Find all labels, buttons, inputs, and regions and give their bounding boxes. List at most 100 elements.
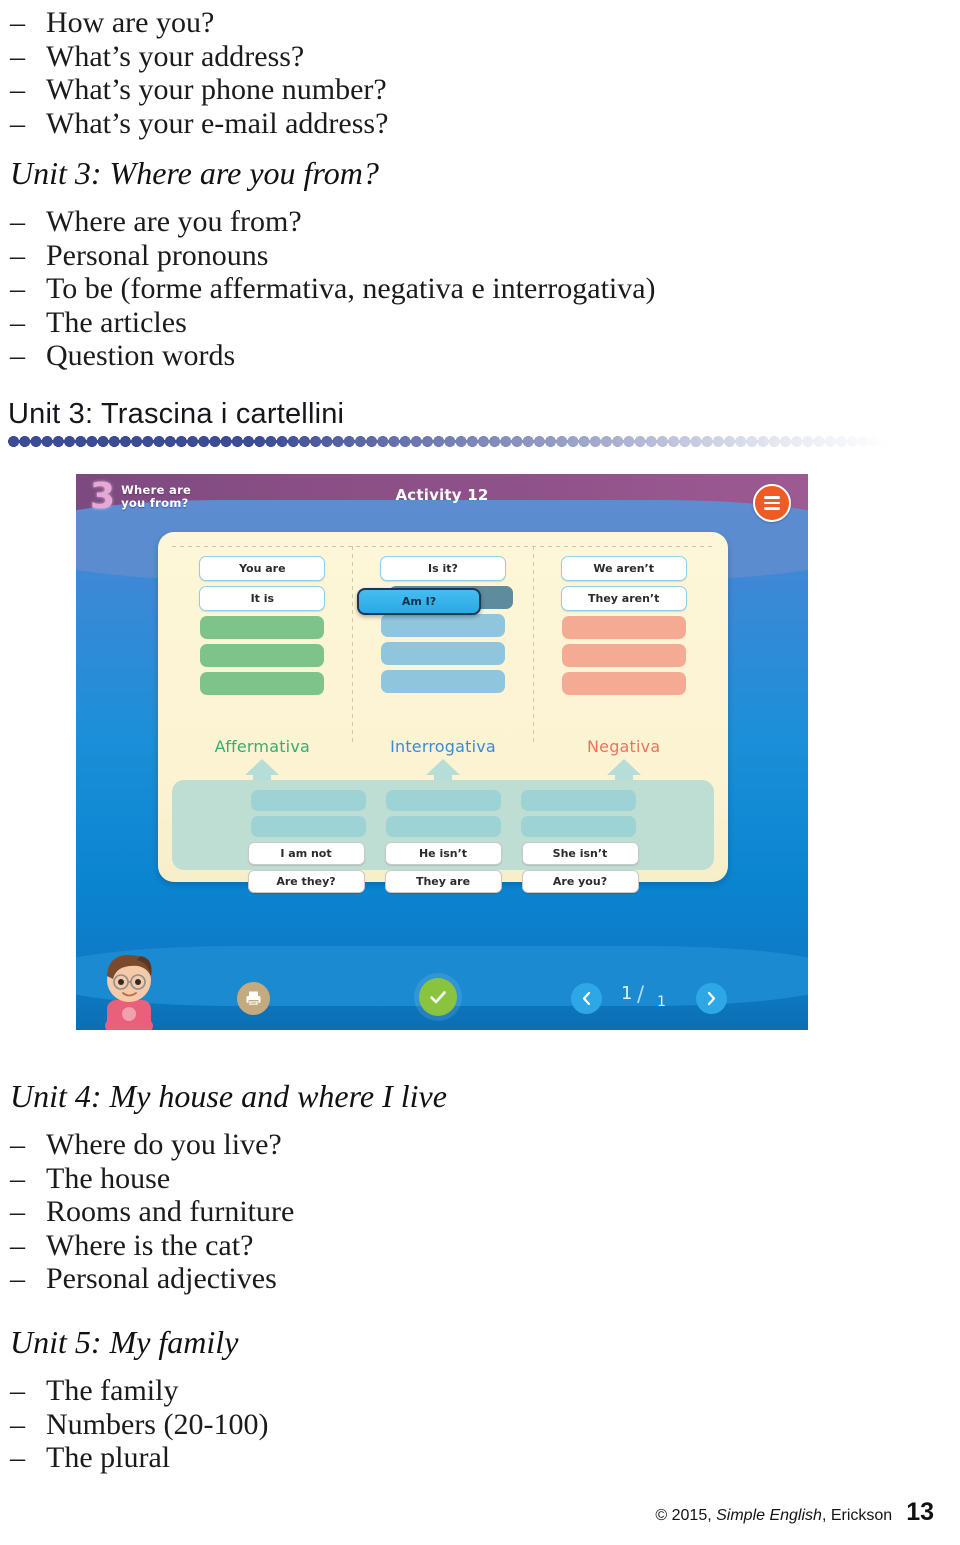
- grid-line-horizontal: [172, 546, 714, 547]
- outline-list-top: – How are you? – What’s your address? – Wha…: [10, 6, 710, 140]
- copyright-suffix: , Erickson: [821, 1507, 893, 1524]
- dash-marker: –: [10, 272, 25, 305]
- worksheet-card: You are It is Is it? Am I? We aren’t The…: [158, 532, 728, 893]
- page-indicator: 1 / 1: [609, 978, 689, 1018]
- list-item: – Personal adjectives: [10, 1262, 710, 1296]
- list-item: – How are you?: [10, 6, 710, 40]
- word-tile[interactable]: We aren’t: [560, 556, 687, 581]
- list-item-label: What’s your e-mail address?: [46, 106, 389, 140]
- page-number: 13: [906, 1498, 934, 1526]
- drop-slot[interactable]: [381, 670, 505, 693]
- drop-slot[interactable]: [561, 644, 686, 667]
- drop-slot[interactable]: [200, 616, 325, 639]
- arrow-up-icon: [606, 759, 641, 775]
- list-item-label: The plural: [46, 1441, 171, 1474]
- activity-title: Activity 12: [395, 486, 489, 504]
- drop-slot[interactable]: [381, 614, 505, 637]
- word-tile[interactable]: I am not: [247, 842, 365, 865]
- list-item: – Numbers (20-100): [10, 1408, 710, 1442]
- list-item-label: The house: [46, 1161, 171, 1195]
- menu-line: [764, 496, 780, 499]
- tray-word-row: Are they? They are Are you?: [247, 870, 639, 893]
- word-tile[interactable]: He isn’t: [384, 842, 502, 865]
- document-page: – How are you? – What’s your address? – Wha…: [0, 0, 960, 1545]
- list-item: – What’s your e-mail address?: [10, 107, 710, 141]
- menu-line: [764, 501, 780, 505]
- dash-marker: –: [10, 205, 25, 238]
- chevron-left-icon[interactable]: [571, 983, 602, 1014]
- section-header: Unit 3: Trascina i cartellini: [8, 398, 888, 447]
- list-item: – The plural: [10, 1441, 710, 1475]
- dash-marker: –: [10, 1407, 25, 1441]
- list-item-label: Personal pronouns: [46, 238, 269, 272]
- list-item-label: Where do you live?: [46, 1128, 282, 1161]
- dash-marker: –: [10, 73, 25, 106]
- word-tile[interactable]: They aren’t: [560, 586, 687, 611]
- copyright-title: Simple English: [716, 1507, 822, 1524]
- list-item: – The articles: [10, 306, 770, 340]
- word-tile[interactable]: She isn’t: [521, 842, 639, 865]
- list-item: – What’s your address?: [10, 40, 710, 74]
- category-columns: You are It is Is it? Am I? We aren’t The…: [172, 556, 714, 695]
- list-item-label: Personal adjectives: [46, 1262, 277, 1295]
- drag-target-area[interactable]: Am I?: [357, 586, 513, 615]
- word-tile[interactable]: They are: [384, 870, 502, 893]
- tray-slot-row: [250, 790, 636, 811]
- dragging-tile[interactable]: Am I?: [357, 588, 481, 615]
- list-item: – The family: [10, 1374, 710, 1408]
- dash-marker: –: [10, 339, 25, 372]
- chevron-right-icon[interactable]: [696, 983, 727, 1014]
- list-item-label: Numbers (20-100): [46, 1407, 269, 1441]
- category-label: Interrogativa: [390, 737, 496, 756]
- list-item-label: The articles: [46, 305, 187, 339]
- tray-empty-slot[interactable]: [520, 790, 636, 811]
- hamburger-menu-icon[interactable]: [753, 484, 791, 522]
- section-heading-label: Unit 3: Trascina i cartellini: [8, 398, 345, 430]
- tray-empty-slot[interactable]: [520, 816, 636, 837]
- list-item: – What’s your phone number?: [10, 73, 710, 107]
- drop-slot[interactable]: [561, 616, 686, 639]
- category-label: Negativa: [586, 737, 661, 756]
- list-item: – Question words: [10, 339, 770, 373]
- dash-marker: –: [10, 39, 25, 73]
- drop-slot[interactable]: [561, 672, 686, 695]
- list-item-label: To be (forme affermativa, negativa e int…: [46, 272, 656, 305]
- list-item-label: What’s your address?: [46, 39, 305, 73]
- app-screenshot: 3 Where are you from? Activity 12 You ar…: [76, 474, 808, 1030]
- current-page: 1: [621, 983, 633, 1004]
- arrow-up-icon: [426, 759, 460, 775]
- dash-marker: –: [10, 1161, 25, 1195]
- dash-marker: –: [10, 1228, 25, 1262]
- check-icon[interactable]: [419, 978, 457, 1016]
- tray-empty-slot[interactable]: [250, 816, 366, 837]
- drop-slot[interactable]: [200, 644, 325, 667]
- word-tile[interactable]: Are they?: [247, 870, 365, 893]
- word-tile[interactable]: Are you?: [521, 870, 639, 893]
- tray-empty-slot[interactable]: [385, 816, 501, 837]
- student-boy-avatar: [90, 938, 168, 1030]
- outline-list-unit4: – Where do you live? – The house – Rooms an…: [10, 1128, 710, 1296]
- list-item: – The house: [10, 1162, 710, 1196]
- tray-word-row: I am not He isn’t She isn’t: [247, 842, 639, 865]
- list-item-label: Where are you from?: [46, 205, 302, 238]
- list-item: – Rooms and furniture: [10, 1195, 710, 1229]
- dotted-divider: [8, 436, 888, 447]
- list-item-label: What’s your phone number?: [46, 73, 387, 106]
- copyright-prefix: © 2015,: [655, 1507, 717, 1524]
- list-item-label: Rooms and furniture: [46, 1195, 295, 1228]
- word-tile[interactable]: Is it?: [380, 556, 506, 581]
- dash-marker: –: [10, 1441, 25, 1474]
- list-item: – Where is the cat?: [10, 1229, 710, 1263]
- page-separator: /: [637, 982, 645, 1006]
- drop-slot[interactable]: [381, 642, 505, 665]
- drop-slot[interactable]: [200, 672, 325, 695]
- dash-marker: –: [10, 1262, 25, 1295]
- word-tile[interactable]: It is: [199, 586, 326, 611]
- dash-marker: –: [10, 1128, 25, 1161]
- word-tile[interactable]: You are: [199, 556, 326, 581]
- outline-list-unit5: – The family – Numbers (20-100) – The plura…: [10, 1374, 710, 1475]
- tray-empty-slot[interactable]: [385, 790, 501, 811]
- printer-icon[interactable]: [237, 982, 270, 1015]
- outline-list-unit3: – Where are you from? – Personal pronouns …: [10, 205, 770, 373]
- tray-empty-slot[interactable]: [250, 790, 366, 811]
